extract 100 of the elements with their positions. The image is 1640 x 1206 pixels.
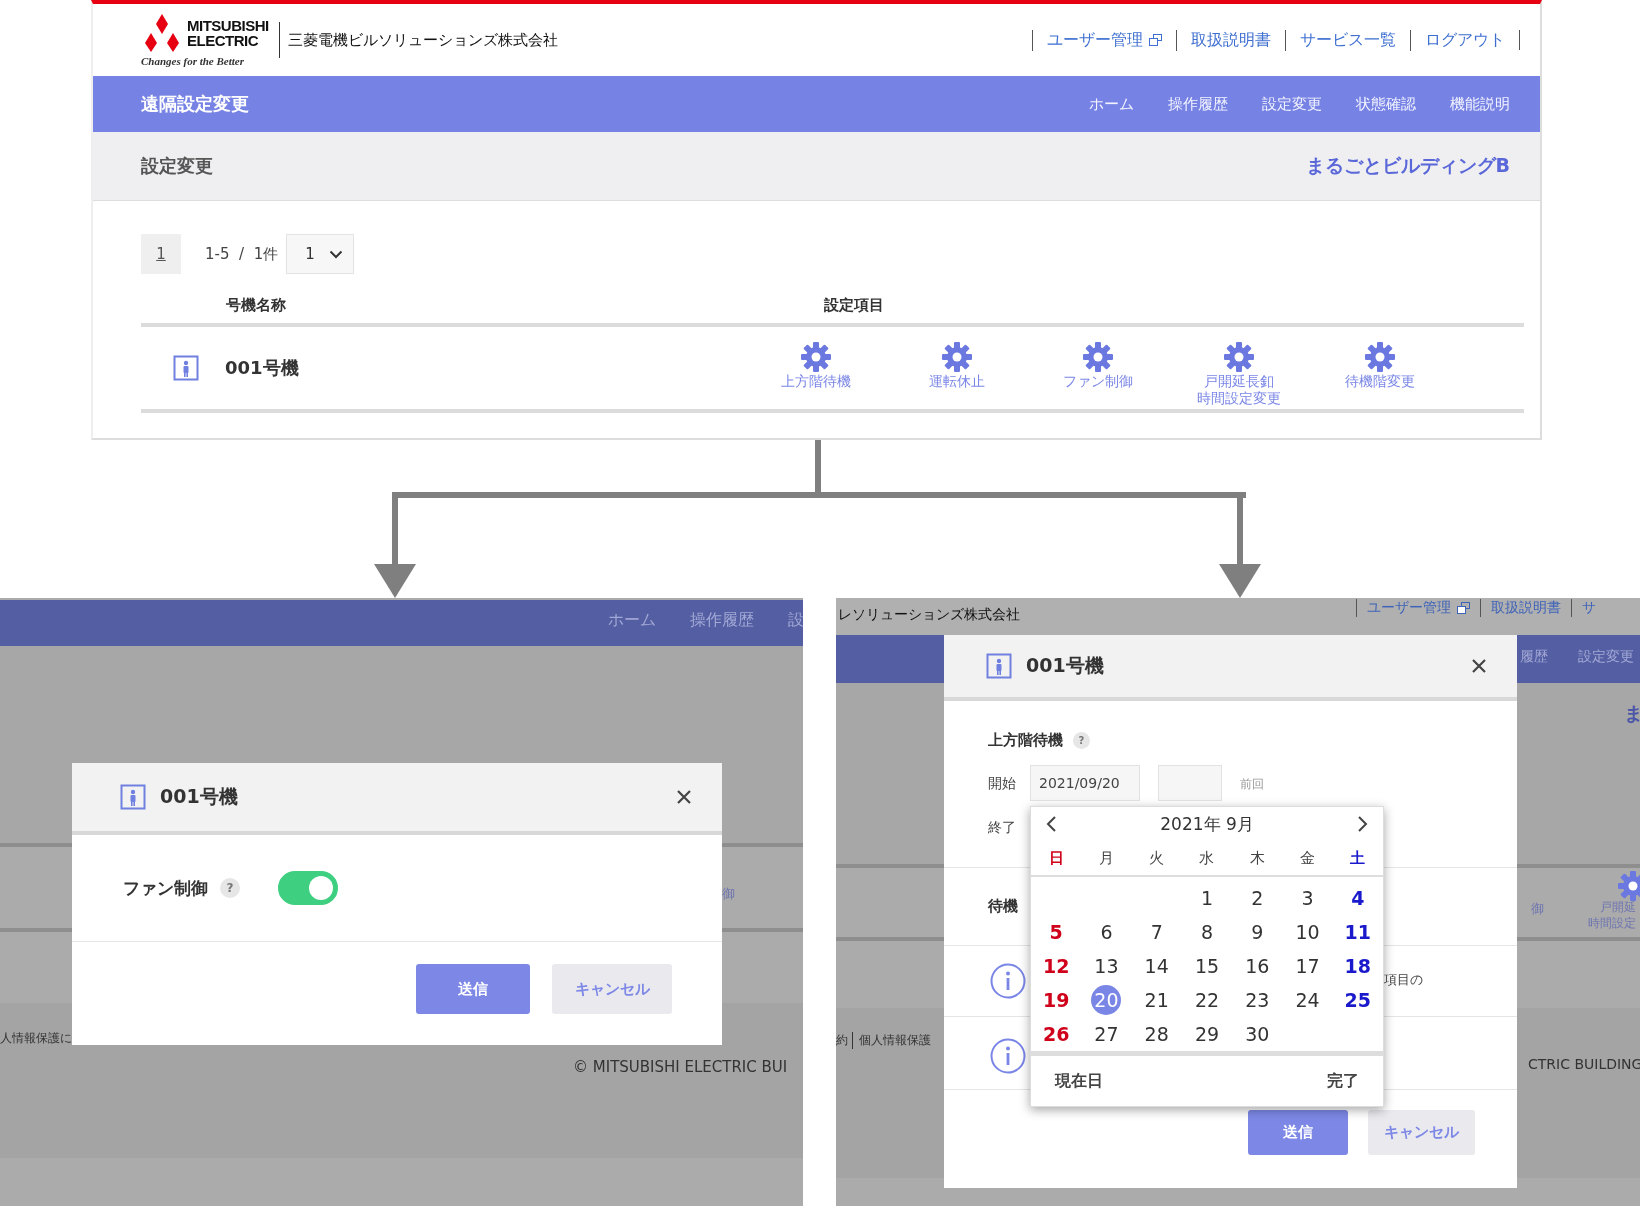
setting-label: ファン制御 — [123, 876, 208, 900]
calendar-day[interactable]: 13 — [1091, 951, 1122, 981]
field-label: 待機 — [988, 897, 1018, 916]
calendar-day[interactable]: 21 — [1141, 985, 1172, 1015]
column-header: 設定項目 — [824, 295, 884, 315]
end-label: 終了 — [988, 819, 1016, 837]
nav-link[interactable]: 機能説明 — [1450, 94, 1510, 114]
calendar-day[interactable]: 16 — [1242, 951, 1273, 981]
footer-link[interactable]: 約 — [836, 1032, 848, 1049]
weekday-label: 月 — [1097, 848, 1115, 868]
setting-label: 御 — [722, 886, 735, 902]
weekday-label: 水 — [1198, 848, 1216, 868]
weekday-label: 金 — [1299, 848, 1317, 868]
calendar-day[interactable]: 1 — [1192, 883, 1222, 913]
date-field[interactable]: 2021/09/20 — [1030, 765, 1140, 801]
brand-name: ELECTRIC — [187, 32, 259, 48]
help-badge[interactable]: ? — [1073, 732, 1090, 749]
tagline: Changes for the Better — [141, 54, 245, 67]
setting-button[interactable]: 待機階変更 — [1309, 341, 1450, 390]
calendar-day[interactable]: 17 — [1292, 951, 1323, 981]
help-badge[interactable]: ? — [220, 878, 240, 898]
nav-link[interactable]: 状態確認 — [1356, 94, 1416, 114]
previous-label: 前回 — [1240, 776, 1264, 793]
calendar-day[interactable]: 7 — [1141, 917, 1172, 947]
calendar-day[interactable]: 2 — [1242, 883, 1273, 913]
page-link[interactable]: 1 — [141, 234, 181, 274]
close-icon[interactable] — [1471, 658, 1487, 674]
result-range: 1-5 / 1件 — [205, 244, 279, 264]
elevator-icon — [986, 653, 1012, 679]
calendar-day[interactable]: 18 — [1342, 951, 1373, 981]
month-title: 2021年 9月 — [1160, 812, 1254, 836]
footer-link[interactable]: 人情報保護に — [0, 1030, 72, 1047]
gear-icon — [1617, 870, 1640, 902]
calendar-day[interactable]: 3 — [1292, 883, 1323, 913]
calendar-day[interactable]: 8 — [1192, 917, 1222, 947]
calendar-day[interactable]: 24 — [1292, 985, 1323, 1015]
chevron-icon — [329, 249, 344, 259]
calendar-day[interactable]: 22 — [1192, 985, 1222, 1015]
footer-link[interactable]: 個人情報保護 — [852, 1032, 931, 1049]
calendar-day[interactable]: 9 — [1242, 917, 1273, 947]
chevron-right-icon[interactable] — [1357, 815, 1369, 833]
elevator-icon — [120, 784, 146, 810]
calendar-day[interactable]: 20 — [1091, 985, 1122, 1015]
calendar-day[interactable]: 4 — [1342, 883, 1373, 913]
setting-button[interactable]: 戸開延長釦 時間設定変更 — [1168, 341, 1309, 407]
close-icon[interactable] — [676, 789, 692, 805]
nav-link[interactable]: 設定変更 — [1262, 94, 1322, 114]
calendar-day[interactable]: 12 — [1041, 951, 1072, 981]
gear-icon — [1222, 341, 1255, 373]
header-link[interactable]: 取扱説明書 — [1176, 29, 1285, 51]
gear-icon — [799, 341, 832, 373]
building-name: ま — [1624, 701, 1640, 726]
setting-button[interactable]: 上方階待機 — [745, 341, 886, 390]
gear-icon — [940, 341, 973, 373]
calendar-day[interactable]: 19 — [1041, 985, 1072, 1015]
header-link[interactable]: サービス一覧 — [1285, 29, 1410, 51]
copyright: © MITSUBISHI ELECTRIC BUI — [573, 1058, 788, 1076]
calendar-day[interactable]: 10 — [1292, 917, 1323, 947]
calendar-day[interactable]: 11 — [1342, 917, 1373, 947]
start-label: 開始 — [988, 775, 1016, 793]
weekday-label: 木 — [1248, 848, 1266, 868]
app-title: 遠隔設定変更 — [141, 92, 249, 116]
calendar-day[interactable]: 28 — [1141, 1019, 1172, 1049]
info-icon — [990, 1038, 1026, 1074]
weekday-label: 火 — [1148, 848, 1166, 868]
calendar-day[interactable]: 5 — [1041, 917, 1072, 947]
weekday-label: 土 — [1349, 848, 1367, 868]
setting-button[interactable]: ファン制御 — [1027, 341, 1168, 390]
done-button[interactable]: 完了 — [1321, 1069, 1365, 1093]
header-link[interactable]: ユーザー管理 — [1032, 29, 1176, 51]
chevron-left-icon[interactable] — [1045, 815, 1057, 833]
send-button[interactable]: 送信 — [416, 964, 530, 1014]
nav-link[interactable]: 操作履歴 — [1168, 94, 1228, 114]
setting-label: 御 — [1531, 901, 1544, 917]
page-title: 設定変更 — [141, 154, 213, 178]
calendar-day[interactable]: 27 — [1091, 1019, 1122, 1049]
calendar-day[interactable]: 26 — [1041, 1019, 1072, 1049]
info-icon — [990, 963, 1026, 999]
today-button[interactable]: 現在日 — [1049, 1069, 1109, 1093]
calendar-day[interactable]: 29 — [1192, 1019, 1222, 1049]
company-name: レソリューションズ株式会社 — [838, 606, 1020, 624]
section-title: 上方階待機 — [988, 731, 1063, 750]
time-field[interactable] — [1158, 765, 1222, 801]
toggle-switch[interactable] — [278, 871, 338, 905]
elevator-icon — [173, 355, 199, 381]
calendar-day[interactable]: 23 — [1242, 985, 1273, 1015]
calendar-day[interactable]: 30 — [1242, 1019, 1273, 1049]
dialog-title: 001号機 — [160, 784, 238, 809]
nav-link[interactable]: ホーム — [1089, 94, 1134, 114]
setting-button[interactable]: 運転休止 — [886, 341, 1027, 390]
calendar-day[interactable]: 15 — [1192, 951, 1222, 981]
calendar-day[interactable]: 25 — [1342, 985, 1373, 1015]
send-button[interactable]: 送信 — [1248, 1110, 1348, 1155]
page-select[interactable]: 1 — [286, 234, 355, 274]
elevator-name: 001号機 — [225, 356, 300, 380]
company-name: 三菱電機ビルソリューションズ株式会社 — [278, 22, 558, 58]
brand-name: MITSUBISHI — [187, 17, 269, 33]
calendar-day[interactable]: 6 — [1091, 917, 1122, 947]
info-text: 項目の — [1384, 971, 1423, 989]
calendar-day[interactable]: 14 — [1141, 951, 1172, 981]
